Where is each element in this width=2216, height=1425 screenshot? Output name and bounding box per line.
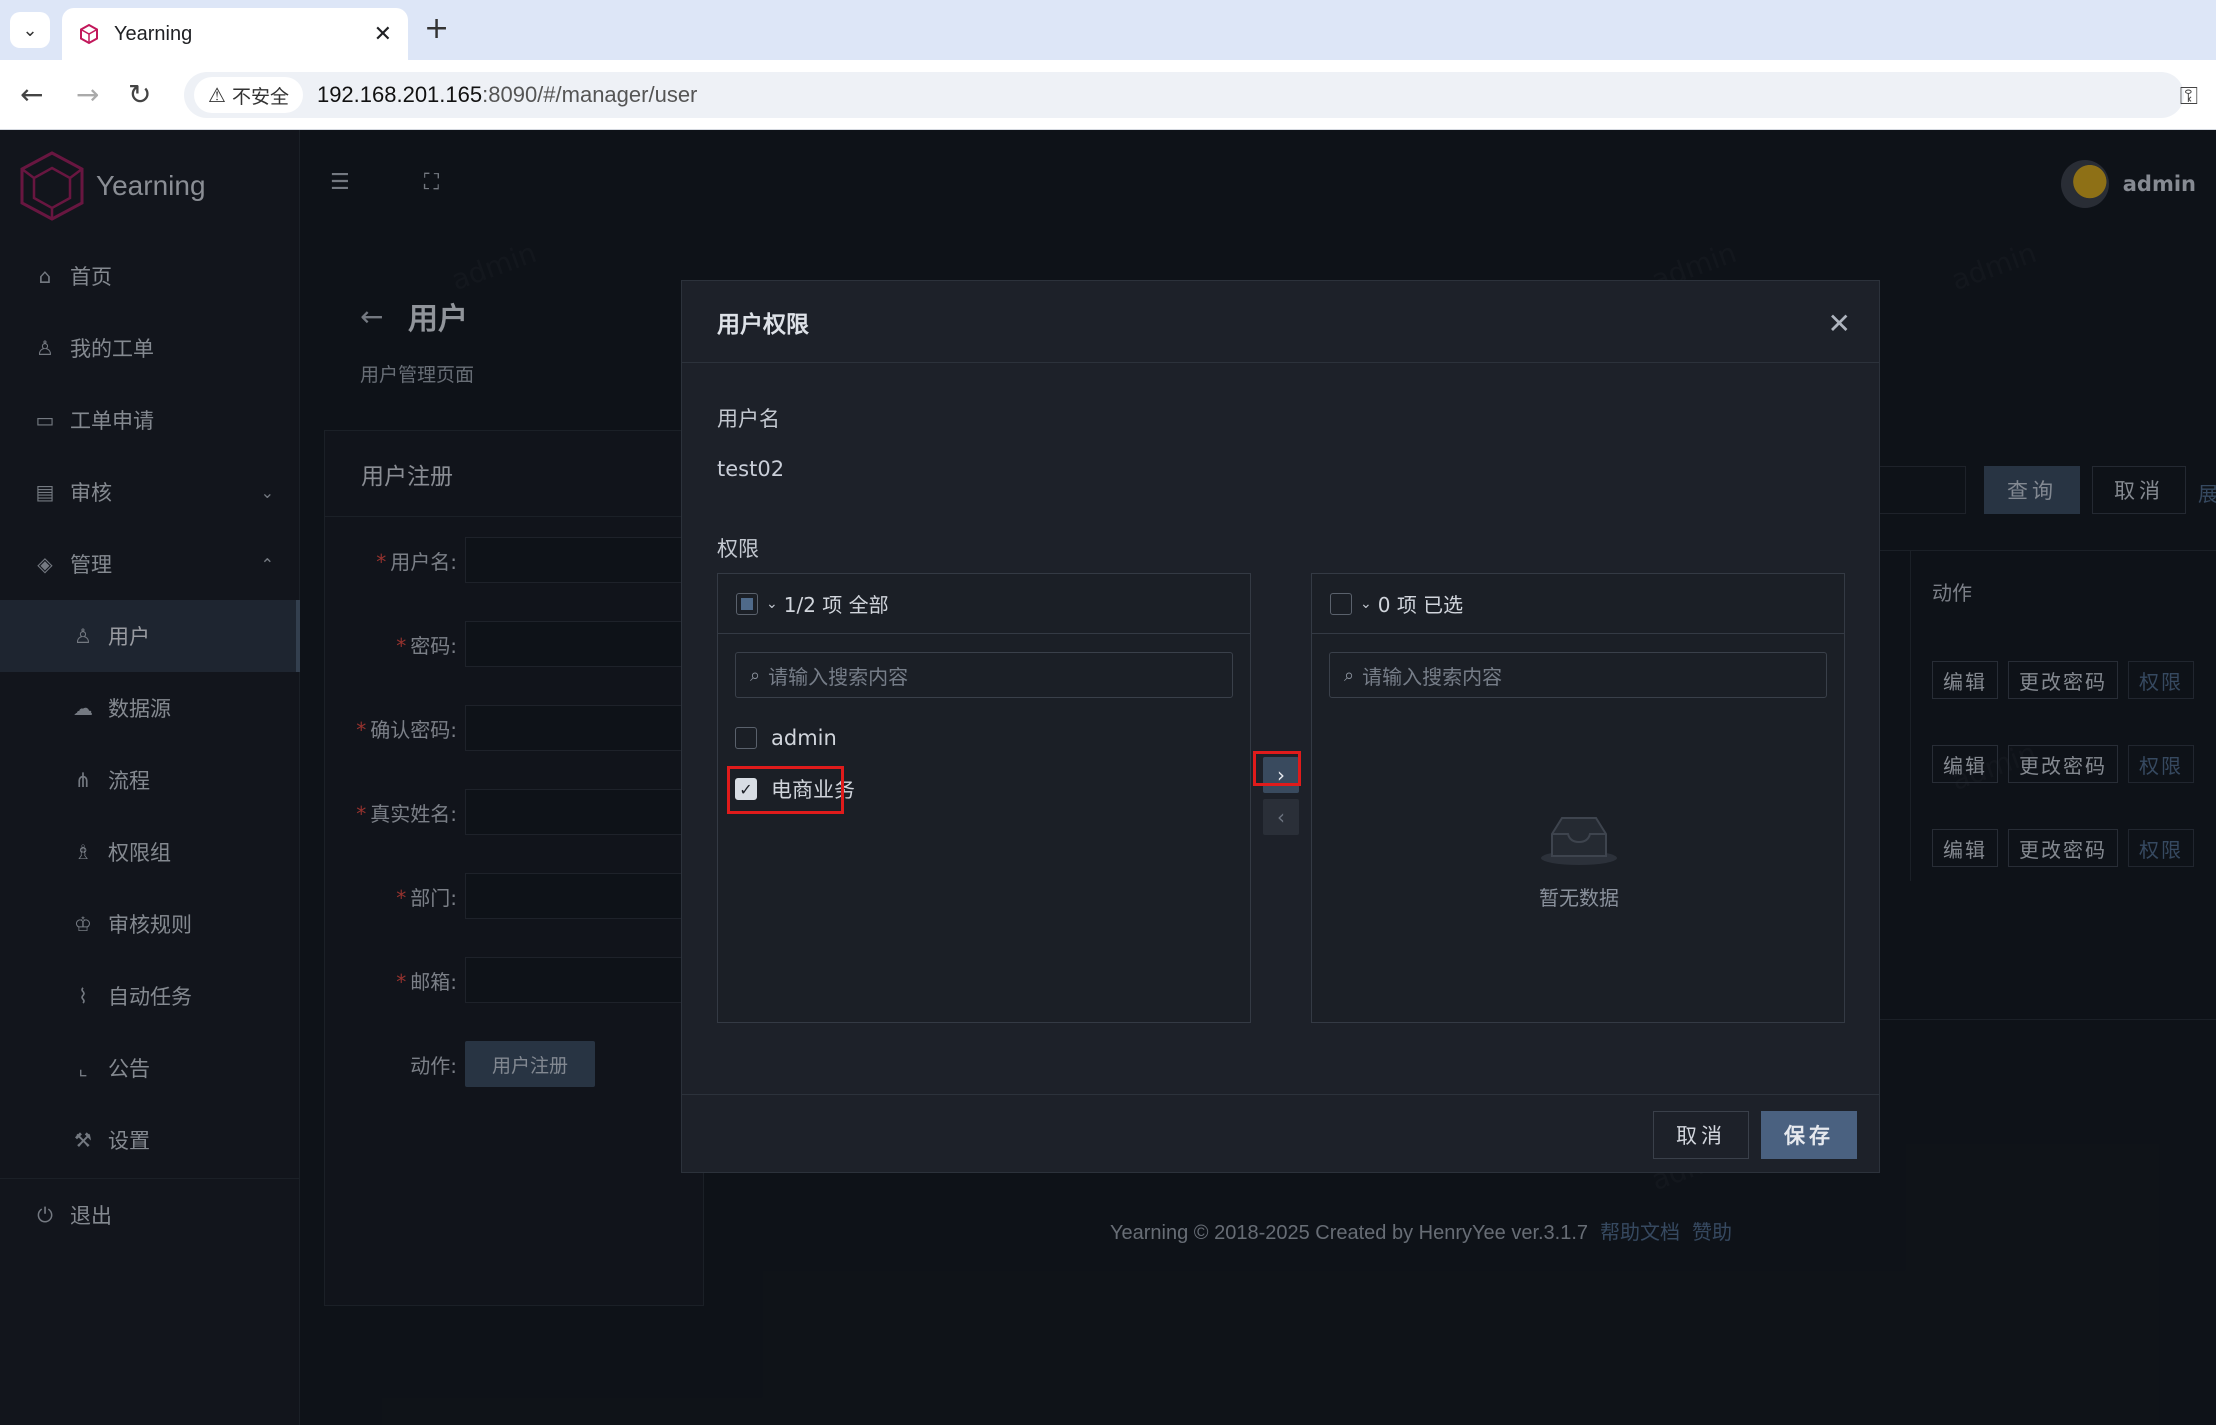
permission-label: 权限 (717, 537, 759, 561)
item-label: admin (771, 726, 837, 750)
omnibox[interactable]: ⚠ 不安全 192.168.201.165:8090/#/manager/use… (184, 72, 2184, 118)
password-key-icon[interactable]: ⚿ (2180, 82, 2198, 110)
url-path: :8090/#/manager/user (482, 82, 698, 107)
item-label: 电商业务 (771, 778, 855, 802)
modal-title: 用户权限 (682, 281, 1879, 363)
back-icon[interactable]: ← (20, 80, 43, 110)
security-chip[interactable]: ⚠ 不安全 (194, 77, 303, 113)
search-icon: ⌕ (750, 664, 761, 686)
list-item[interactable]: admin (735, 726, 837, 750)
save-button[interactable]: 保存 (1761, 1111, 1857, 1159)
security-label: 不安全 (231, 86, 289, 108)
source-panel-count: 1/2 项 全部 (783, 593, 889, 617)
list-item[interactable]: ✓ 电商业务 (735, 774, 855, 804)
search-placeholder: 请输入搜索内容 (1362, 664, 1503, 689)
browser-tabstrip: ⌄ Yearning ✕ + (0, 0, 2216, 60)
source-panel-header: ⌄ 1/2 项 全部 (718, 574, 1250, 634)
chevron-down-icon[interactable]: ⌄ (1360, 596, 1372, 612)
target-panel-header: ⌄ 0 项 已选 (1312, 574, 1844, 634)
search-placeholder: 请输入搜索内容 (768, 664, 909, 689)
move-to-right-button[interactable]: › (1263, 757, 1299, 793)
yearning-favicon-icon (80, 23, 98, 45)
warning-icon: ⚠ (208, 84, 226, 107)
search-icon: ⌕ (1344, 664, 1355, 686)
chevron-down-icon[interactable]: ⌄ (766, 596, 778, 612)
forward-icon[interactable]: → (76, 80, 99, 110)
target-panel-count: 0 项 已选 (1377, 593, 1464, 617)
item-checkbox-checked[interactable]: ✓ (735, 778, 757, 800)
transfer-target-panel: ⌄ 0 项 已选 ⌕ 请输入搜索内容 暂无数据 (1311, 573, 1845, 1023)
browser-addressbar: ← → ↻ ⚠ 不安全 192.168.201.165:8090/#/manag… (0, 60, 2216, 130)
url-host: 192.168.201.165 (316, 82, 483, 107)
cancel-button[interactable]: 取消 (1653, 1111, 1749, 1159)
new-tab-icon[interactable]: + (424, 14, 449, 44)
tab-title: Yearning (114, 22, 193, 45)
tab-close-icon[interactable]: ✕ (374, 22, 392, 47)
item-checkbox[interactable] (735, 727, 757, 749)
source-search-input[interactable]: ⌕ 请输入搜索内容 (735, 652, 1233, 698)
empty-inbox-icon (1541, 817, 1617, 865)
reload-icon[interactable]: ↻ (128, 80, 151, 110)
move-to-left-button[interactable]: ‹ (1263, 799, 1299, 835)
select-all-checkbox[interactable] (736, 592, 758, 615)
empty-state: 暂无数据 (1312, 814, 1846, 911)
browser-tab[interactable]: Yearning ✕ (62, 8, 408, 60)
url-text[interactable]: 192.168.201.165:8090/#/manager/user (317, 82, 697, 108)
modal-footer: 取消 保存 (682, 1094, 1879, 1172)
user-permission-modal: 用户权限 ✕ 用户名 test02 权限 ⌄ 1/2 项 全部 ⌕ 请输入搜索内… (681, 280, 1880, 1173)
transfer-source-panel: ⌄ 1/2 项 全部 ⌕ 请输入搜索内容 admin ✓ 电商业务 (717, 573, 1251, 1023)
username-label: 用户名 (717, 407, 780, 431)
tab-search-button[interactable]: ⌄ (10, 12, 50, 48)
username-value: test02 (717, 457, 785, 481)
close-icon[interactable]: ✕ (1828, 307, 1851, 340)
target-search-input[interactable]: ⌕ 请输入搜索内容 (1329, 652, 1827, 698)
select-all-checkbox[interactable] (1330, 592, 1352, 615)
empty-text: 暂无数据 (1539, 886, 1619, 910)
